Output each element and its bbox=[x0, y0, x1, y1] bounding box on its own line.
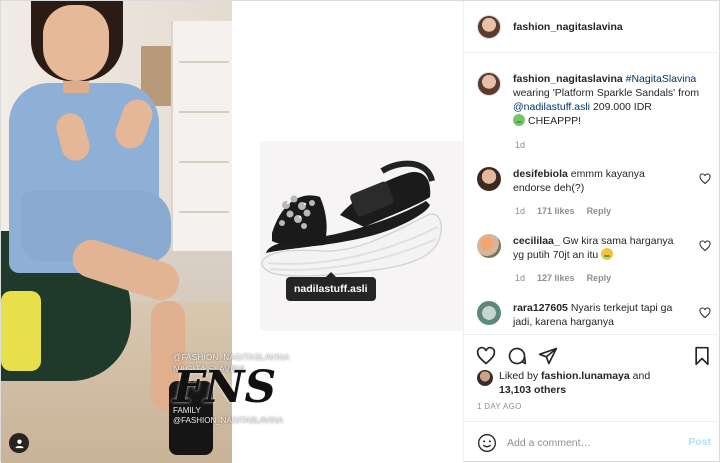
like-button[interactable] bbox=[474, 344, 498, 368]
laughing-emoji-icon bbox=[601, 248, 614, 260]
watermark-logo: FNS bbox=[173, 362, 277, 413]
comment-bubble-icon bbox=[508, 347, 527, 365]
comment-input[interactable] bbox=[507, 436, 677, 449]
caption-username[interactable]: fashion_nagitaslavina bbox=[513, 73, 623, 85]
heart-outline-icon[interactable] bbox=[699, 307, 711, 319]
watermark-handle-bottom: @FASHION_NAGITASLAVINA bbox=[173, 416, 284, 425]
heart-outline-icon[interactable] bbox=[699, 173, 711, 185]
watermark: @FASHION_NAGITASLAVINA NAGITA SLAVINA FN… bbox=[173, 353, 293, 425]
comment-likes[interactable]: 127 likes bbox=[537, 273, 575, 283]
post-header: fashion_nagitaslavina bbox=[464, 1, 720, 53]
comment-likes[interactable]: 171 likes bbox=[537, 206, 575, 216]
money-face-emoji-icon bbox=[513, 114, 525, 126]
comment-meta: 1d 171 likes Reply bbox=[515, 206, 611, 216]
likes-others[interactable]: 13,103 others bbox=[499, 384, 566, 396]
paper-plane-icon bbox=[538, 347, 558, 365]
comment-item: cecililaa_ Gw kira sama harganya yg puti… bbox=[477, 234, 713, 262]
person-icon bbox=[14, 438, 24, 448]
likes-prefix: Liked by bbox=[499, 370, 539, 382]
caption-mention[interactable]: @nadilastuff.asli bbox=[513, 101, 590, 113]
heart-outline-icon[interactable] bbox=[699, 240, 711, 252]
post-timestamp[interactable]: 1 DAY AGO bbox=[477, 402, 522, 411]
photo-shelf bbox=[171, 21, 232, 251]
add-comment-bar: Post bbox=[464, 421, 720, 463]
emoji-smiley-icon[interactable] bbox=[477, 433, 497, 453]
instagram-post: nadilastuff.asli @FASHION_NAGITASLAVINA … bbox=[0, 0, 720, 463]
comment-avatar[interactable] bbox=[477, 167, 501, 191]
likes-and: and bbox=[632, 370, 651, 382]
header-username[interactable]: fashion_nagitaslavina bbox=[513, 21, 623, 33]
comment-reply-button[interactable]: Reply bbox=[587, 206, 612, 216]
caption-body: wearing 'Platform Sparkle Sandals' from bbox=[513, 87, 700, 99]
tagged-users-button[interactable] bbox=[9, 433, 29, 453]
comment-avatar[interactable] bbox=[477, 301, 501, 325]
comment-reply-button[interactable]: Reply bbox=[587, 273, 612, 283]
photo-sneaker bbox=[1, 291, 41, 371]
header-avatar[interactable] bbox=[477, 14, 501, 39]
comment-text: cecililaa_ Gw kira sama harganya yg puti… bbox=[513, 234, 683, 262]
heart-icon bbox=[476, 346, 496, 365]
comment-time[interactable]: 1d bbox=[515, 273, 525, 283]
photo-face bbox=[43, 5, 109, 81]
comment-meta: 1d 127 likes Reply bbox=[515, 273, 611, 283]
save-button[interactable] bbox=[690, 344, 714, 368]
comment-avatar[interactable] bbox=[477, 234, 501, 258]
post-sidebar: fashion_nagitaslavina fashion_nagitaslav… bbox=[463, 1, 720, 463]
caption-timestamp[interactable]: 1d bbox=[515, 140, 525, 150]
action-bar bbox=[464, 334, 720, 374]
comment-text: rara127605 Nyaris terkejut tapi ga jadi,… bbox=[513, 301, 683, 329]
comments-list[interactable]: fashion_nagitaslavina #NagitaSlavina wea… bbox=[464, 54, 720, 334]
comment-username[interactable]: rara127605 bbox=[513, 302, 568, 314]
bookmark-icon bbox=[695, 346, 709, 366]
comment-item: desifebiola emmm kayanya endorse deh(?) bbox=[477, 167, 713, 195]
caption-text: fashion_nagitaslavina #NagitaSlavina wea… bbox=[513, 72, 709, 128]
likes-text: Liked by fashion.lunamaya and 13,103 oth… bbox=[499, 369, 650, 397]
post-comment-button[interactable]: Post bbox=[688, 436, 711, 448]
caption-exclaim: CHEAPPP! bbox=[528, 115, 582, 127]
likes-summary: Liked by fashion.lunamaya and 13,103 oth… bbox=[477, 369, 712, 397]
share-button[interactable] bbox=[536, 344, 560, 368]
liker-username[interactable]: fashion.lunamaya bbox=[541, 370, 630, 382]
post-media[interactable]: nadilastuff.asli @FASHION_NAGITASLAVINA … bbox=[1, 1, 463, 463]
comment-username[interactable]: desifebiola bbox=[513, 168, 568, 180]
caption-hashtag[interactable]: #NagitaSlavina bbox=[626, 73, 697, 85]
liker-avatar[interactable] bbox=[477, 370, 493, 386]
post-caption: fashion_nagitaslavina #NagitaSlavina wea… bbox=[477, 72, 717, 128]
comment-text: desifebiola emmm kayanya endorse deh(?) bbox=[513, 167, 683, 195]
product-tag-label[interactable]: nadilastuff.asli bbox=[286, 272, 376, 301]
watermark-handle: @FASHION_NAGITASLAVINA bbox=[173, 353, 290, 362]
comment-item: rara127605 Nyaris terkejut tapi ga jadi,… bbox=[477, 301, 713, 329]
caption-price: 209.000 IDR bbox=[592, 101, 652, 113]
comment-time[interactable]: 1d bbox=[515, 206, 525, 216]
caption-avatar[interactable] bbox=[477, 72, 501, 96]
comment-username[interactable]: cecililaa_ bbox=[513, 235, 560, 247]
comment-button[interactable] bbox=[505, 344, 529, 368]
